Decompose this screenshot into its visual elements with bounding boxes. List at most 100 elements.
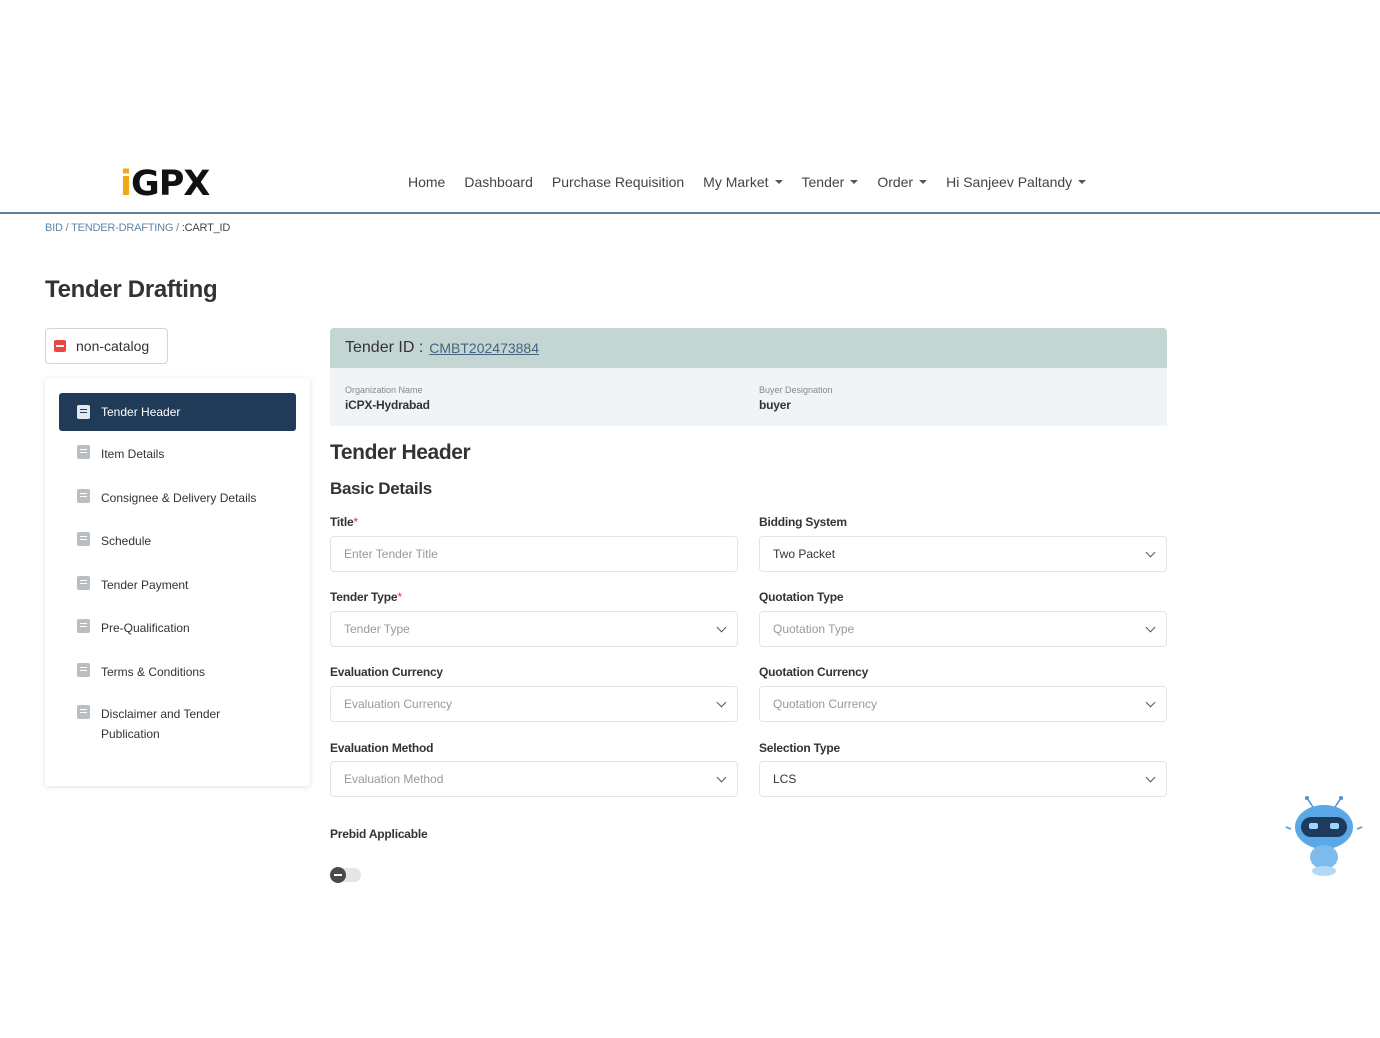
tender-type-placeholder: Tender Type bbox=[344, 622, 410, 636]
tender-id-link[interactable]: CMBT202473884 bbox=[429, 340, 539, 356]
nav-home[interactable]: Home bbox=[408, 174, 445, 190]
main-nav: Home Dashboard Purchase Requisition My M… bbox=[408, 174, 1087, 190]
breadcrumb-separator: / bbox=[173, 222, 182, 234]
title-label: Title* bbox=[330, 515, 358, 529]
evaluation-method-label: Evaluation Method bbox=[330, 741, 434, 755]
chevron-down-icon bbox=[1145, 697, 1156, 708]
quotation-type-label: Quotation Type bbox=[759, 590, 844, 604]
nav-user-label: Hi Sanjeev Paltandy bbox=[946, 174, 1073, 190]
nav-home-label: Home bbox=[408, 174, 446, 190]
nav-tender[interactable]: Tender bbox=[802, 174, 859, 190]
document-icon bbox=[75, 404, 91, 420]
designation-label: Buyer Designation bbox=[759, 385, 833, 395]
selection-type-select[interactable]: LCS bbox=[759, 761, 1167, 797]
chevron-down-icon bbox=[1145, 622, 1156, 633]
nav-purchase-requisition-label: Purchase Requisition bbox=[551, 174, 685, 190]
sidebar-item-label: Tender Payment bbox=[101, 578, 189, 592]
nav-user-menu[interactable]: Hi Sanjeev Paltandy bbox=[946, 174, 1087, 190]
clipboard-icon bbox=[75, 618, 91, 634]
payment-icon bbox=[75, 575, 91, 591]
igpx-logo[interactable]: iGPX bbox=[120, 164, 210, 204]
prebid-applicable-label: Prebid Applicable bbox=[330, 827, 428, 841]
breadcrumb-current: :CART_ID bbox=[181, 222, 231, 234]
chevron-down-icon bbox=[716, 772, 727, 783]
nav-order[interactable]: Order bbox=[877, 174, 928, 190]
toggle-knob bbox=[330, 867, 346, 883]
evaluation-method-placeholder: Evaluation Method bbox=[344, 772, 444, 786]
sidebar-item-tender-header[interactable]: Tender Header bbox=[59, 393, 296, 431]
breadcrumb: BID / TENDER-DRAFTING / :CART_ID bbox=[45, 222, 230, 234]
non-catalog-chip[interactable]: non-catalog bbox=[45, 328, 168, 364]
evaluation-method-select[interactable]: Evaluation Method bbox=[330, 761, 738, 797]
nav-tender-label: Tender bbox=[801, 174, 845, 190]
evaluation-currency-select[interactable]: Evaluation Currency bbox=[330, 686, 738, 722]
sidebar-item-label: Terms & Conditions bbox=[101, 665, 206, 679]
designation-value: buyer bbox=[759, 398, 791, 412]
sidebar-item-label: Tender Header bbox=[101, 405, 181, 419]
prebid-applicable-toggle[interactable] bbox=[330, 867, 361, 883]
truck-icon bbox=[75, 488, 91, 504]
sidebar-item-label: Schedule bbox=[101, 534, 152, 548]
sidebar-item-label: Item Details bbox=[101, 447, 165, 461]
quotation-type-placeholder: Quotation Type bbox=[773, 622, 855, 636]
sidebar-item-tender-payment[interactable]: Tender Payment bbox=[59, 575, 296, 595]
sidebar-item-label: Pre-Qualification bbox=[101, 621, 190, 635]
nav-my-market-label: My Market bbox=[703, 174, 769, 190]
breadcrumb-bid[interactable]: BID bbox=[45, 222, 63, 234]
page-title: Tender Drafting bbox=[45, 276, 218, 303]
bidding-system-label: Bidding System bbox=[759, 515, 847, 529]
logo-prefix: i bbox=[120, 164, 132, 204]
selection-type-label: Selection Type bbox=[759, 741, 841, 755]
sidebar-item-terms-conditions[interactable]: Terms & Conditions bbox=[59, 662, 296, 682]
quotation-currency-placeholder: Quotation Currency bbox=[773, 697, 878, 711]
breadcrumb-separator: / bbox=[62, 222, 72, 234]
quotation-currency-label: Quotation Currency bbox=[759, 665, 869, 679]
chatbot-assistant-icon[interactable] bbox=[1285, 795, 1363, 877]
top-navbar: iGPX Home Dashboard Purchase Requisition… bbox=[0, 150, 1380, 214]
quotation-currency-select[interactable]: Quotation Currency bbox=[759, 686, 1167, 722]
subsection-title: Basic Details bbox=[330, 479, 432, 498]
caret-down-icon bbox=[774, 180, 783, 184]
nav-dashboard-label: Dashboard bbox=[464, 174, 533, 190]
caret-down-icon bbox=[850, 180, 859, 184]
nav-purchase-requisition[interactable]: Purchase Requisition bbox=[552, 174, 684, 190]
chip-label: non-catalog bbox=[76, 338, 150, 354]
title-placeholder: Enter Tender Title bbox=[344, 547, 438, 561]
sidebar-item-item-details[interactable]: Item Details bbox=[59, 444, 296, 464]
terms-icon bbox=[75, 662, 91, 678]
chevron-down-icon bbox=[716, 697, 727, 708]
nav-order-label: Order bbox=[877, 174, 914, 190]
sidebar-item-pre-qualification[interactable]: Pre-Qualification bbox=[59, 618, 296, 638]
publish-icon bbox=[75, 704, 91, 720]
sidebar-item-schedule[interactable]: Schedule bbox=[59, 531, 296, 551]
tender-info-panel: Organization Name iCPX-Hydrabad Buyer De… bbox=[330, 368, 1167, 426]
breadcrumb-tender-drafting[interactable]: TENDER-DRAFTING bbox=[71, 222, 173, 234]
tender-type-select[interactable]: Tender Type bbox=[330, 611, 738, 647]
chevron-down-icon bbox=[1145, 772, 1156, 783]
catalog-icon bbox=[54, 340, 66, 352]
caret-down-icon bbox=[919, 180, 928, 184]
tender-id-bar: Tender ID : CMBT202473884 bbox=[330, 328, 1167, 368]
selection-type-value: LCS bbox=[773, 772, 797, 786]
evaluation-currency-label: Evaluation Currency bbox=[330, 665, 443, 679]
sidebar-item-consignee-delivery[interactable]: Consignee & Delivery Details bbox=[59, 488, 296, 508]
title-input[interactable]: Enter Tender Title bbox=[330, 536, 738, 572]
logo-text: GPX bbox=[131, 164, 210, 204]
tender-steps-sidebar: Tender Header Item Details Consignee & D… bbox=[45, 378, 310, 786]
section-title: Tender Header bbox=[330, 441, 471, 464]
caret-down-icon bbox=[1078, 180, 1087, 184]
tender-id-label: Tender ID : bbox=[345, 339, 424, 356]
bidding-system-select[interactable]: Two Packet bbox=[759, 536, 1167, 572]
nav-my-market[interactable]: My Market bbox=[703, 174, 783, 190]
bidding-system-value: Two Packet bbox=[773, 547, 836, 561]
evaluation-currency-placeholder: Evaluation Currency bbox=[344, 697, 453, 711]
sidebar-item-label: Consignee & Delivery Details bbox=[101, 491, 257, 505]
tender-type-label: Tender Type* bbox=[330, 590, 402, 604]
designation-info: Buyer Designation buyer bbox=[759, 385, 833, 412]
quotation-type-select[interactable]: Quotation Type bbox=[759, 611, 1167, 647]
nav-dashboard[interactable]: Dashboard bbox=[464, 174, 533, 190]
sidebar-item-label: Disclaimer and Tender Publication bbox=[101, 707, 221, 741]
calendar-icon bbox=[75, 531, 91, 547]
sidebar-item-disclaimer-publication[interactable]: Disclaimer and Tender Publication bbox=[59, 704, 259, 744]
required-mark: * bbox=[397, 590, 402, 604]
